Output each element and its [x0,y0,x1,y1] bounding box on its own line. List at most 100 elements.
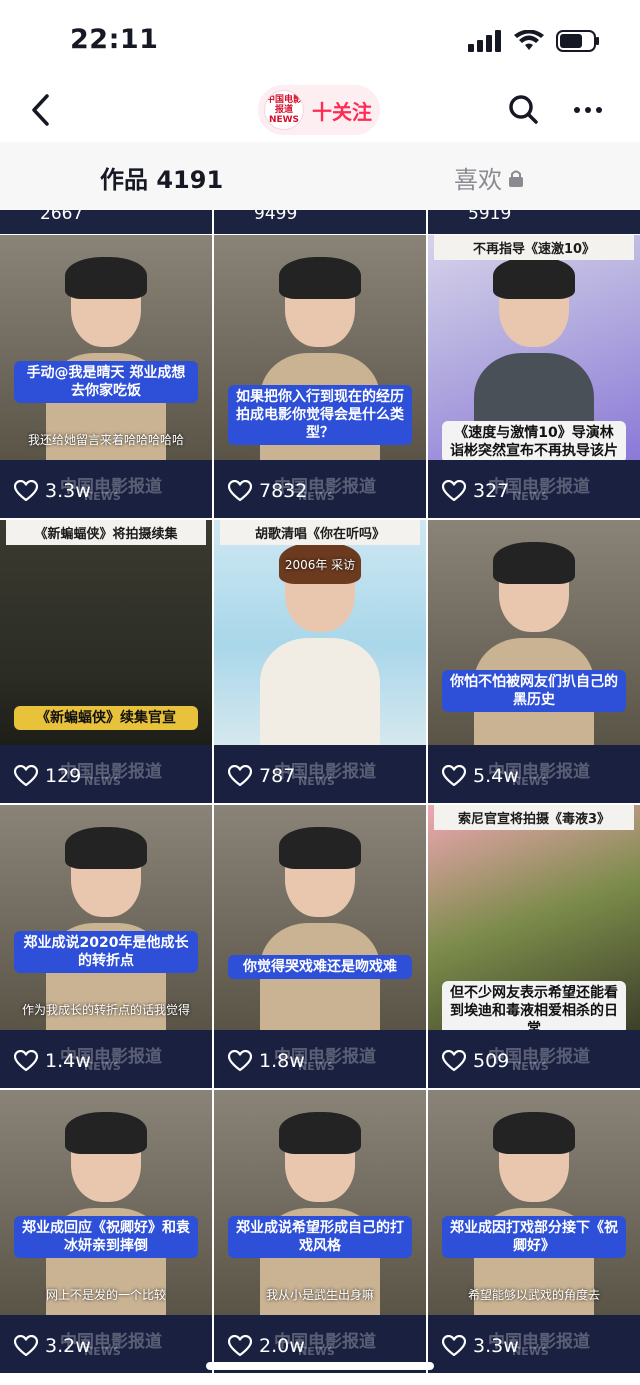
video-tile[interactable]: 郑业成说2020年是他成长的转折点 作为我成长的转折点的话我觉得 中国电影报道 NEW… [0,805,212,1088]
like-count-row: 509 [442,1050,509,1072]
person-figure [260,827,380,1033]
video-tile[interactable]: 胡歌清唱《你在听吗》 2006年 采访 中国电影报道 NEWS 787 [214,520,426,803]
like-count-row: 787 [228,765,295,787]
like-count-row: 5.4w [442,765,519,787]
account-follow-pill[interactable]: 中国电影报道 NEWS 十关注 [258,85,380,135]
like-count: 7832 [259,480,308,502]
like-count-row: 3.3w [442,1335,519,1357]
search-icon [509,95,538,124]
tab-works[interactable]: 作品 4191 [100,160,223,195]
like-count-row: 3.3w [14,480,91,502]
tile-caption: 《速度与激情10》导演林诣彬突然宣布不再执导该片 [442,421,626,463]
heart-icon [14,480,38,502]
more-dot-icon [574,107,580,113]
person-figure [474,1112,594,1318]
back-button[interactable] [18,88,62,132]
partial-like-count: 9499 [254,210,298,224]
like-count: 5.4w [473,765,519,787]
partial-like-count: 5919 [468,210,512,224]
video-tile[interactable]: 《新蝙蝠侠》将拍摄续集 《新蝙蝠侠》续集官宣 中国电影报道 NEWS 129 [0,520,212,803]
battery-icon [556,30,599,52]
person-figure [46,1112,166,1318]
video-tile[interactable]: 你怕不怕被网友们扒自己的黑历史 中国电影报道 NEWS 5.4w [428,520,640,803]
tile-subtitle: 我还给她留言来着哈哈哈哈哈 [27,433,184,447]
more-button[interactable] [568,90,608,130]
follow-button[interactable]: 十关注 [312,96,372,125]
like-count: 3.3w [45,480,91,502]
heart-icon [228,765,252,787]
status-bar: 22:11 [0,0,640,80]
video-tile[interactable]: 郑业成说希望形成自己的打戏风格 我从小是武生出身嘛 中国电影报道 NEWS 2.0w [214,1090,426,1373]
like-count-row: 3.2w [14,1335,91,1357]
person-figure [474,542,594,748]
tab-likes-label: 喜欢 [454,166,502,194]
video-tile[interactable]: 郑业成回应《祝卿好》和袁冰妍亲到摔倒 网上不是发的一个比较 中国电影报道 NEWS 3.… [0,1090,212,1373]
account-logo-text: 中国电影报道 NEWS [265,95,302,125]
like-count: 3.2w [45,1335,91,1357]
video-tile[interactable]: 郑业成因打戏部分接下《祝卿好》 希望能够以武戏的角度去 中国电影报道 NEWS 3.3w [428,1090,640,1373]
chevron-left-icon [32,94,49,126]
tile-caption: 郑业成说2020年是他成长的转折点 [14,931,198,973]
like-count-row: 7832 [228,480,307,502]
partial-video-tile[interactable]: 2667 [0,210,212,234]
partial-video-tile[interactable]: 9499 [214,210,426,234]
like-count: 1.8w [259,1050,305,1072]
watermark-badge: NEWS [298,775,335,788]
watermark-badge: NEWS [84,775,121,788]
video-tile[interactable]: 手动@我是晴天 郑业成想去你家吃饭 我还给她留言来着哈哈哈哈哈 中国电影报道 NEWS… [0,235,212,518]
person-figure [46,257,166,463]
heart-icon [442,1050,466,1072]
video-tile[interactable]: 如果把你入行到现在的经历拍成电影你觉得会是什么类型？ 中国电影报道 NEWS 7832 [214,235,426,518]
like-count: 3.3w [473,1335,519,1357]
video-tile[interactable]: 索尼官宣将拍摄《毒液3》 但不少网友表示希望还能看到埃迪和毒液相爱相杀的日常 中国电… [428,805,640,1088]
heart-icon [442,765,466,787]
video-tile[interactable]: 你觉得哭戏难还是吻戏难 中国电影报道 NEWS 1.8w [214,805,426,1088]
person-figure [46,827,166,1033]
heart-icon [14,765,38,787]
tile-top-title: 《新蝙蝠侠》将拍摄续集 [6,520,206,545]
tile-caption: 你怕不怕被网友们扒自己的黑历史 [442,670,626,712]
video-grid-area: 2667 9499 5919 手动@我是晴天 郑业成想去你家吃饭 我还给她留言来着… [0,210,640,1385]
like-count: 1.4w [45,1050,91,1072]
like-count-row: 1.4w [14,1050,91,1072]
status-time: 22:11 [70,24,159,55]
tile-subtitle: 希望能够以武戏的角度去 [467,1288,600,1302]
tile-subtitle: 网上不是发的一个比较 [45,1288,166,1302]
like-count-row: 129 [14,765,81,787]
video-tile[interactable]: 不再指导《速激10》 《速度与激情10》导演林诣彬突然宣布不再执导该片 中国电影报道… [428,235,640,518]
tile-top-title: 不再指导《速激10》 [434,235,634,260]
tab-works-label: 作品 4191 [100,166,224,194]
wifi-icon [514,30,544,50]
status-icons [468,30,600,52]
tile-caption: 郑业成因打戏部分接下《祝卿好》 [442,1216,626,1258]
like-count-row: 327 [442,480,509,502]
heart-icon [228,480,252,502]
tile-top-title: 胡歌清唱《你在听吗》 [220,520,420,545]
like-count: 509 [473,1050,510,1072]
heart-icon [228,1050,252,1072]
home-indicator [206,1362,434,1370]
lock-icon [509,170,523,187]
partial-row: 2667 9499 5919 [0,210,640,234]
heart-icon [14,1335,38,1357]
profile-tabs: 作品 4191 喜欢 [0,142,640,210]
tile-subtitle: 我从小是武生出身嘛 [265,1288,374,1302]
more-dot-icon [585,107,591,113]
heart-icon [228,1335,252,1357]
tab-likes[interactable]: 喜欢 [454,160,524,195]
tile-subtitle: 作为我成长的转折点的话我觉得 [21,1003,190,1017]
search-button[interactable] [504,90,544,130]
like-count-row: 1.8w [228,1050,305,1072]
signal-icon [468,30,501,52]
watermark-badge: NEWS [512,490,549,503]
tile-caption: 《新蝙蝠侠》续集官宣 [14,706,198,730]
heart-icon [442,1335,466,1357]
more-dot-icon [596,107,602,113]
watermark-badge: NEWS [512,1060,549,1073]
tile-caption: 你觉得哭戏难还是吻戏难 [228,955,412,979]
heart-icon [442,480,466,502]
account-logo: 中国电影报道 NEWS [264,90,304,130]
nav-bar: 中国电影报道 NEWS 十关注 [0,80,640,142]
tile-caption: 如果把你入行到现在的经历拍成电影你觉得会是什么类型？ [228,385,412,445]
partial-video-tile[interactable]: 5919 [428,210,640,234]
